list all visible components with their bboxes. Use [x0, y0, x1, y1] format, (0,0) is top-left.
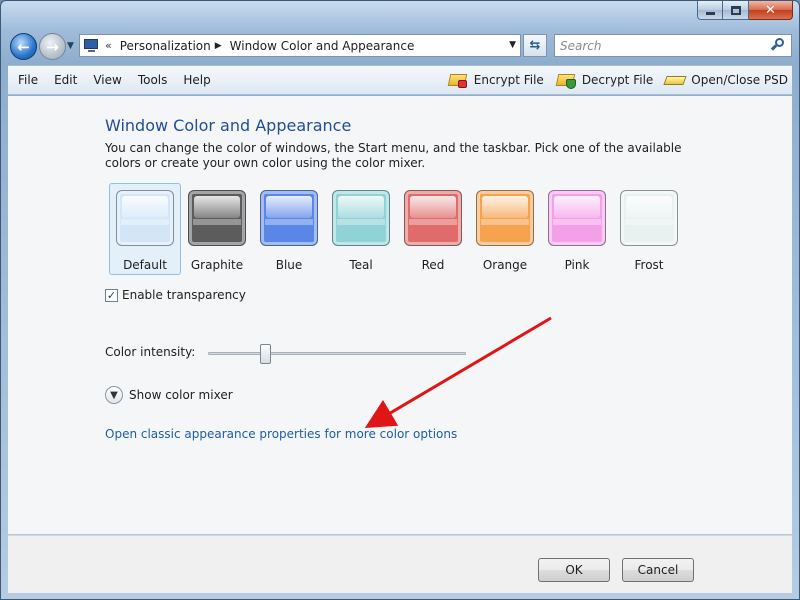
annotation-arrow	[364, 316, 552, 429]
annotation-arrow-line	[364, 316, 552, 429]
